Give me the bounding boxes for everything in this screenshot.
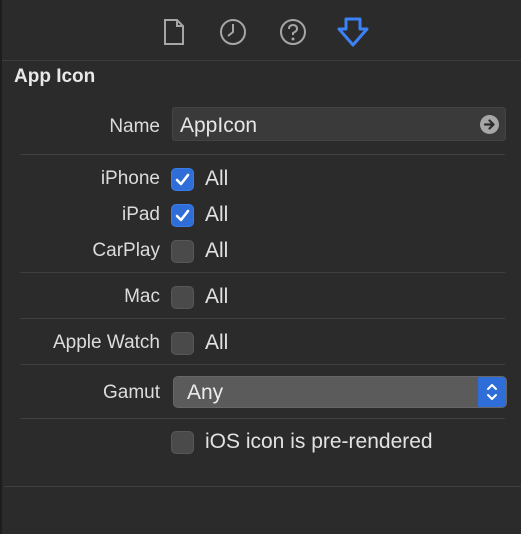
apple-watch-all-checkbox[interactable] xyxy=(171,332,194,355)
file-icon xyxy=(164,19,184,45)
file-inspector-tab[interactable] xyxy=(158,16,190,48)
mac-all-checkbox[interactable] xyxy=(171,286,194,309)
divider xyxy=(20,318,505,319)
divider xyxy=(4,486,521,487)
section-title: App Icon xyxy=(14,66,96,87)
ipad-label: iPad xyxy=(121,204,160,225)
apple-watch-all-label: All xyxy=(205,331,229,354)
arrow-right-circle-icon[interactable] xyxy=(480,115,499,134)
name-field[interactable]: AppIcon xyxy=(172,107,506,141)
divider xyxy=(20,418,505,419)
ipad-all-label: All xyxy=(205,203,229,226)
attributes-inspector-tab[interactable] xyxy=(337,16,369,48)
attributes-inspector-panel: App Icon Name AppIcon iPhone All iPad Al… xyxy=(0,0,521,534)
name-label: Name xyxy=(109,116,160,137)
divider xyxy=(20,272,505,273)
attributes-inspector-icon xyxy=(337,17,369,47)
history-inspector-tab[interactable] xyxy=(217,16,249,48)
mac-label: Mac xyxy=(124,286,160,307)
history-icon xyxy=(220,19,246,45)
carplay-all-checkbox[interactable] xyxy=(171,240,194,263)
mac-all-label: All xyxy=(205,285,229,308)
checkmark-icon xyxy=(175,209,190,222)
gamut-value: Any xyxy=(187,381,224,404)
checkmark-icon xyxy=(175,173,190,186)
iphone-all-checkbox[interactable] xyxy=(171,168,194,191)
iphone-label: iPhone xyxy=(100,168,160,189)
gamut-select[interactable]: Any xyxy=(173,376,507,408)
up-down-chevron-icon[interactable] xyxy=(478,377,506,407)
carplay-label: CarPlay xyxy=(92,240,160,261)
inspector-toolbar xyxy=(2,0,521,61)
iphone-all-label: All xyxy=(205,167,229,190)
ipad-all-checkbox[interactable] xyxy=(171,204,194,227)
carplay-all-label: All xyxy=(205,239,229,262)
divider xyxy=(20,364,505,365)
help-inspector-tab[interactable] xyxy=(277,16,309,48)
name-value: AppIcon xyxy=(180,114,258,137)
divider xyxy=(20,154,505,155)
help-icon xyxy=(280,19,306,45)
apple-watch-label: Apple Watch xyxy=(52,332,160,353)
prerendered-checkbox[interactable] xyxy=(171,431,194,454)
gamut-label: Gamut xyxy=(102,382,160,403)
prerendered-label: iOS icon is pre-rendered xyxy=(205,430,433,453)
